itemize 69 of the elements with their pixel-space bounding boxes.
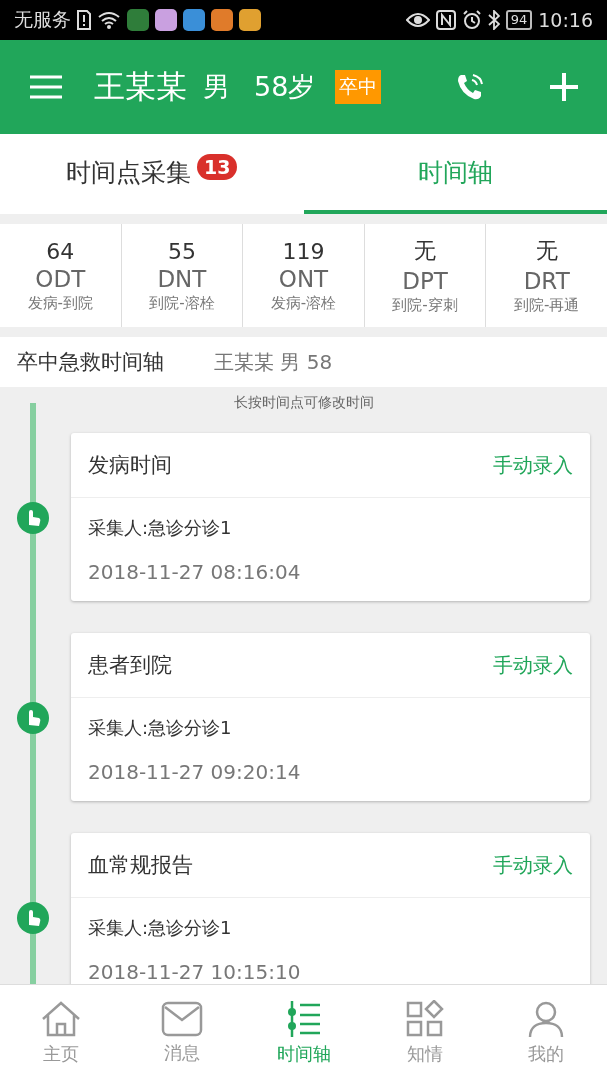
metric-value: 64 — [46, 238, 75, 264]
sim-icon — [77, 10, 91, 30]
collector-text: 采集人:急诊分诊1 — [88, 516, 233, 540]
diagnosis-tag: 卒中 — [335, 70, 382, 104]
wifi-icon — [97, 11, 121, 29]
app-icon — [127, 9, 149, 31]
bluetooth-icon — [487, 10, 500, 30]
nav-tab[interactable]: 消息 — [121, 985, 243, 1080]
metric-value: 无 — [414, 237, 437, 265]
nfc-icon — [435, 10, 456, 30]
collector-text: 采集人:急诊分诊1 — [88, 916, 233, 940]
metric-code: DNT — [157, 265, 207, 292]
app-icon — [239, 9, 261, 31]
patient-summary: 王某某 男 58 — [214, 348, 333, 376]
event-time: 2018-11-27 08:16:04 — [88, 560, 302, 584]
phone-icon[interactable] — [455, 72, 485, 102]
app-icon — [211, 9, 233, 31]
hint-text: 长按时间点可修改时间 — [232, 393, 375, 412]
metric-label: 到院-穿刺 — [392, 296, 458, 315]
metric-label: 发病-溶栓 — [270, 293, 337, 313]
add-icon[interactable] — [549, 72, 579, 102]
manual-entry-link[interactable]: 手动录入 — [493, 651, 573, 679]
event-card[interactable]: 患者到院 手动录入 采集人:急诊分诊1 2018-11-27 09:20:14 — [71, 633, 590, 801]
tab[interactable]: 时间轴 — [303, 134, 607, 214]
battery-icon: 94 — [505, 10, 533, 30]
app-icon — [155, 9, 177, 31]
patient-name: 王某某 — [94, 67, 187, 106]
metric-label: 到院-再通 — [513, 296, 580, 315]
count-badge: 13 — [197, 154, 238, 180]
collector-text: 采集人:急诊分诊1 — [88, 716, 233, 740]
patient-age: 58岁 — [254, 70, 316, 104]
metric-code: ONT — [278, 265, 329, 292]
metric-label: 到院-溶栓 — [149, 293, 215, 313]
eye-icon — [405, 12, 430, 28]
clock-text: 10:16 — [538, 9, 593, 31]
event-card[interactable]: 发病时间 手动录入 采集人:急诊分诊1 2018-11-27 08:16:04 — [71, 433, 590, 601]
timeline-icon — [285, 999, 322, 1038]
alarm-icon — [461, 10, 482, 30]
metric-code: DPT — [402, 268, 448, 294]
event-title: 血常规报告 — [88, 852, 193, 879]
nav-tab[interactable]: 知情 — [364, 985, 486, 1080]
mail-icon — [161, 1000, 204, 1037]
nav-tab[interactable]: 我的 — [485, 985, 607, 1080]
menu-icon[interactable] — [30, 75, 62, 99]
event-time: 2018-11-27 09:20:14 — [88, 760, 302, 784]
metric-value: 119 — [282, 238, 325, 264]
metric-value: 55 — [167, 238, 196, 264]
manual-entry-link[interactable]: 手动录入 — [493, 851, 573, 879]
grid-icon — [405, 999, 444, 1038]
tap-marker-icon[interactable] — [16, 701, 50, 735]
metric-label: 发病-到院 — [27, 293, 93, 313]
event-title: 患者到院 — [88, 652, 172, 679]
section-title: 卒中急救时间轴 — [17, 349, 164, 376]
event-title: 发病时间 — [88, 452, 172, 479]
tap-marker-icon[interactable] — [16, 501, 50, 535]
nav-tab[interactable]: 主页 — [0, 985, 122, 1080]
metric-value: 无 — [535, 237, 558, 265]
nav-tab[interactable]: 时间轴 — [242, 985, 365, 1080]
patient-sex: 男 — [203, 70, 230, 104]
event-time: 2018-11-27 10:15:10 — [88, 960, 302, 984]
manual-entry-link[interactable]: 手动录入 — [493, 451, 573, 479]
user-icon — [527, 999, 566, 1038]
tab[interactable]: 时间点采集 13 — [0, 134, 304, 214]
metric-code: DRT — [523, 268, 570, 294]
event-card[interactable]: 血常规报告 手动录入 采集人:急诊分诊1 2018-11-27 10:15:10 — [71, 833, 590, 985]
app-icon — [183, 9, 205, 31]
metric-code: ODT — [35, 265, 86, 292]
tap-marker-icon[interactable] — [16, 901, 50, 935]
carrier-text: 无服务 — [14, 7, 71, 32]
